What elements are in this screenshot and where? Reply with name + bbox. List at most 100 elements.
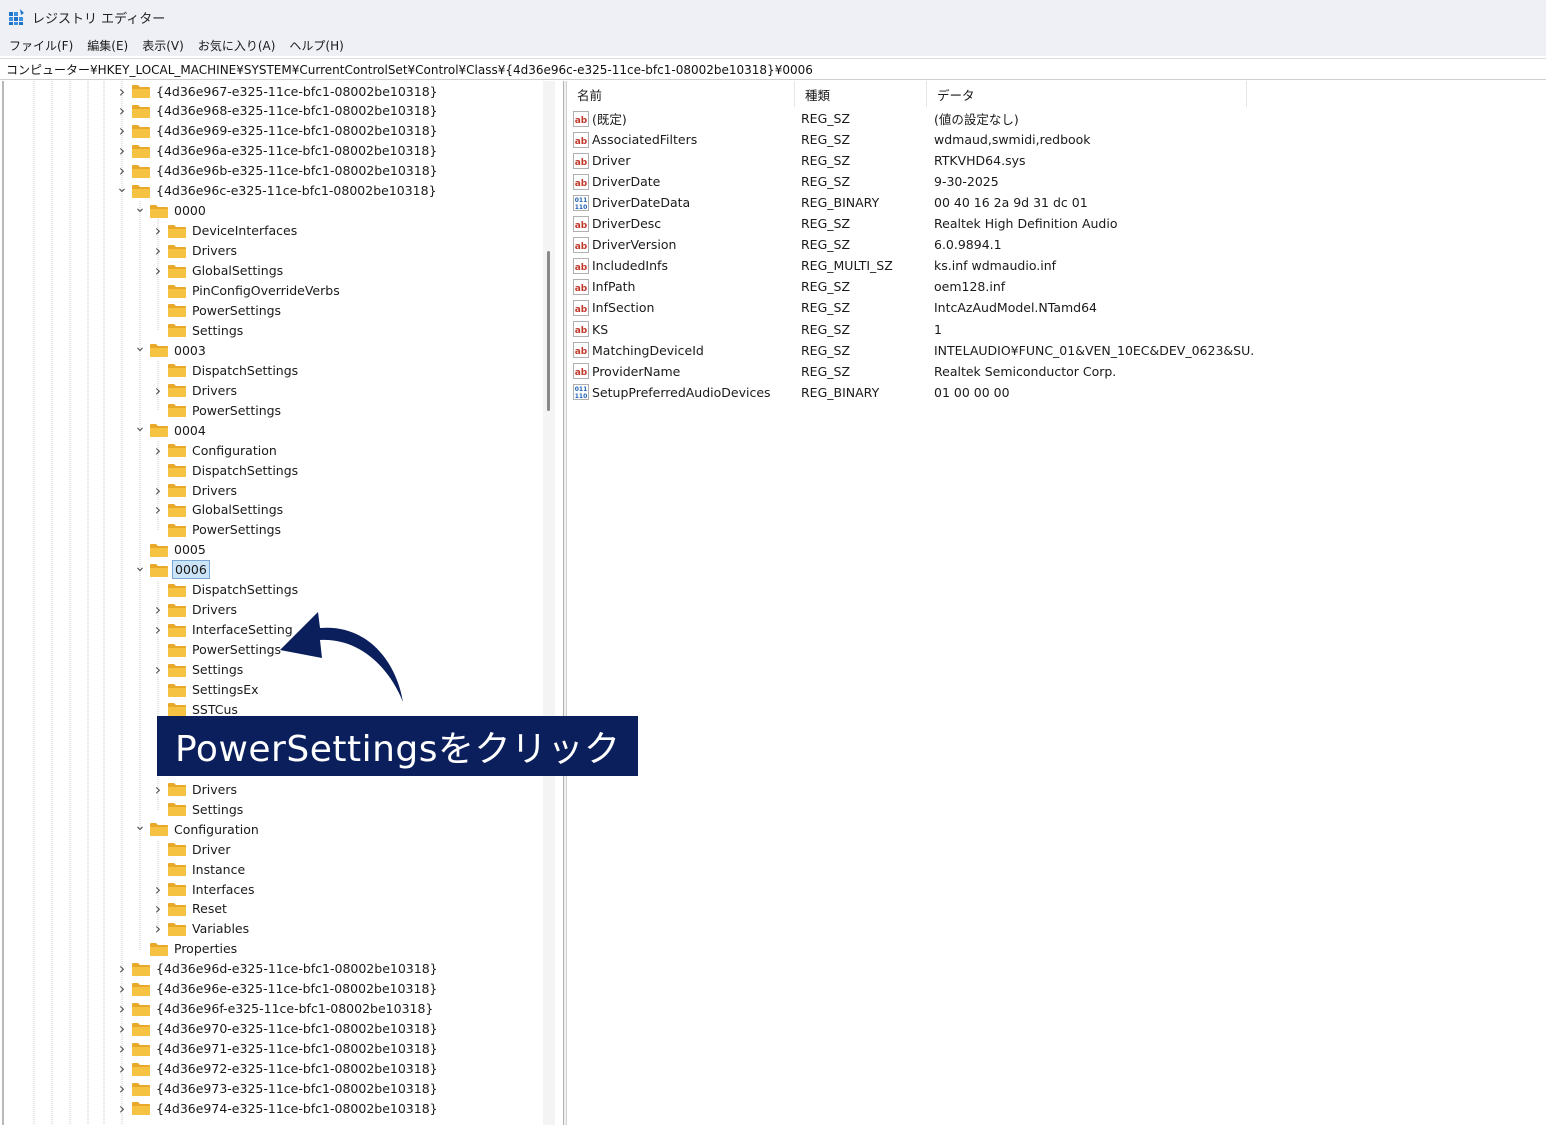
- tree-scrollbar[interactable]: [543, 81, 555, 1125]
- tree-node[interactable]: Properties: [134, 939, 239, 959]
- tree-node[interactable]: ⌄ 0004: [134, 419, 208, 440]
- tree-node[interactable]: › {4d36e968-e325-11ce-bfc1-08002be10318}: [116, 101, 440, 121]
- tree-node-label[interactable]: GlobalSettings: [190, 501, 285, 518]
- tree-node-label[interactable]: Drivers: [190, 382, 239, 399]
- tree-node[interactable]: PinConfigOverrideVerbs: [152, 281, 342, 301]
- chevron-right-icon[interactable]: ›: [116, 999, 128, 1018]
- value-row[interactable]: ab InfPath REG_SZ oem128.inf: [573, 276, 1254, 297]
- column-data-header[interactable]: データ: [927, 81, 1247, 107]
- tree-node[interactable]: PowerSettings: [152, 640, 283, 660]
- tree-node[interactable]: › Settings: [152, 660, 245, 680]
- chevron-right-icon[interactable]: ›: [116, 1099, 128, 1118]
- tree-node[interactable]: › InterfaceSetting: [152, 620, 295, 640]
- tree-node[interactable]: › Configuration: [152, 440, 279, 460]
- chevron-right-icon[interactable]: ›: [116, 141, 128, 160]
- tree-node[interactable]: PowerSettings: [152, 300, 283, 320]
- tree-node-label[interactable]: Reset: [190, 900, 229, 917]
- value-row[interactable]: ab KS REG_SZ 1: [573, 319, 1254, 340]
- tree-node-label[interactable]: PowerSettings: [190, 302, 283, 319]
- chevron-right-icon[interactable]: ›: [116, 161, 128, 180]
- value-row[interactable]: ab InfSection REG_SZ IntcAzAudModel.NTamd64: [573, 297, 1254, 318]
- tree-node-label[interactable]: 0000: [172, 202, 208, 219]
- tree-node-label[interactable]: Settings: [190, 801, 245, 818]
- value-row[interactable]: ab ProviderName REG_SZ Realtek Semiconducto…: [573, 361, 1254, 382]
- chevron-down-icon[interactable]: ⌄: [134, 419, 146, 435]
- menu-edit[interactable]: 編集(E): [82, 37, 133, 54]
- tree-node[interactable]: SettingsEx: [152, 680, 261, 700]
- tree-node-label[interactable]: Drivers: [190, 781, 239, 798]
- tree-node-label[interactable]: Properties: [172, 940, 239, 957]
- column-name-header[interactable]: 名前: [567, 81, 795, 107]
- tree-node-label[interactable]: {4d36e96c-e325-11ce-bfc1-08002be10318}: [154, 182, 439, 199]
- tree-node[interactable]: DispatchSettings: [152, 580, 300, 600]
- tree-node[interactable]: › GlobalSettings: [152, 500, 285, 520]
- chevron-right-icon[interactable]: ›: [152, 481, 164, 500]
- tree-node[interactable]: › {4d36e973-e325-11ce-bfc1-08002be10318}: [116, 1079, 440, 1099]
- values-pane[interactable]: 名前 種類 データ ab (既定) REG_SZ (値の設定なし) ab Associat…: [567, 81, 1546, 1125]
- chevron-right-icon[interactable]: ›: [116, 1079, 128, 1098]
- tree-node-label[interactable]: PowerSettings: [190, 521, 283, 538]
- tree-node-label[interactable]: {4d36e974-e325-11ce-bfc1-08002be10318}: [154, 1100, 440, 1117]
- tree-node-label[interactable]: Driver: [190, 841, 232, 858]
- tree-node-label[interactable]: DispatchSettings: [190, 362, 300, 379]
- tree-node-label[interactable]: Settings: [190, 322, 245, 339]
- tree-node-label[interactable]: 0006: [172, 560, 210, 580]
- chevron-down-icon[interactable]: ⌄: [134, 559, 146, 575]
- tree-node[interactable]: › {4d36e96f-e325-11ce-bfc1-08002be10318}: [116, 999, 435, 1019]
- chevron-right-icon[interactable]: ›: [152, 241, 164, 260]
- tree-node[interactable]: › {4d36e96a-e325-11ce-bfc1-08002be10318}: [116, 141, 439, 161]
- tree-node-label[interactable]: Configuration: [172, 821, 261, 838]
- tree-scrollbar-thumb[interactable]: [547, 251, 550, 411]
- value-row[interactable]: ab Driver REG_SZ RTKVHD64.sys: [573, 150, 1254, 171]
- chevron-right-icon[interactable]: ›: [152, 919, 164, 938]
- tree-node[interactable]: › GlobalSettings: [152, 261, 285, 281]
- tree-node-label[interactable]: Drivers: [190, 242, 239, 259]
- tree-node-label[interactable]: Settings: [190, 661, 245, 678]
- tree-node-label[interactable]: 0005: [172, 541, 208, 558]
- value-row[interactable]: ab DriverVersion REG_SZ 6.0.9894.1: [573, 234, 1254, 255]
- tree-node-label[interactable]: PowerSettings: [190, 402, 283, 419]
- tree-node[interactable]: › {4d36e972-e325-11ce-bfc1-08002be10318}: [116, 1059, 440, 1079]
- menu-favorites[interactable]: お気に入り(A): [193, 37, 281, 54]
- tree-node-label[interactable]: PinConfigOverrideVerbs: [190, 282, 342, 299]
- chevron-right-icon[interactable]: ›: [152, 880, 164, 899]
- chevron-right-icon[interactable]: ›: [152, 261, 164, 280]
- tree-node-label[interactable]: Instance: [190, 861, 247, 878]
- tree-node-label[interactable]: SettingsEx: [190, 681, 261, 698]
- tree-node[interactable]: ⌄ 0003: [134, 339, 208, 360]
- tree-node-label[interactable]: {4d36e96f-e325-11ce-bfc1-08002be10318}: [154, 1000, 435, 1017]
- tree-node-label[interactable]: PowerSettings: [190, 641, 283, 658]
- tree-node-label[interactable]: DeviceInterfaces: [190, 222, 299, 239]
- tree-node[interactable]: › Variables: [152, 919, 251, 939]
- tree-node-label[interactable]: {4d36e968-e325-11ce-bfc1-08002be10318}: [154, 102, 440, 119]
- tree-node-label[interactable]: Interfaces: [190, 881, 256, 898]
- tree-node-label[interactable]: {4d36e970-e325-11ce-bfc1-08002be10318}: [154, 1020, 440, 1037]
- chevron-down-icon[interactable]: ⌄: [134, 200, 146, 216]
- tree-node-label[interactable]: {4d36e971-e325-11ce-bfc1-08002be10318}: [154, 1040, 440, 1057]
- tree-node[interactable]: › {4d36e96d-e325-11ce-bfc1-08002be10318}: [116, 959, 440, 979]
- chevron-right-icon[interactable]: ›: [152, 899, 164, 918]
- value-row[interactable]: ab DriverDate REG_SZ 9-30-2025: [573, 171, 1254, 192]
- chevron-right-icon[interactable]: ›: [152, 780, 164, 799]
- value-row[interactable]: ab MatchingDeviceId REG_SZ INTELAUDIO¥FUNC_…: [573, 340, 1254, 361]
- menu-file[interactable]: ファイル(F): [4, 37, 78, 54]
- tree-node-label[interactable]: {4d36e96d-e325-11ce-bfc1-08002be10318}: [154, 960, 440, 977]
- tree-node-label[interactable]: Drivers: [190, 482, 239, 499]
- tree-node[interactable]: PowerSettings: [152, 520, 283, 540]
- tree-node-label[interactable]: {4d36e96a-e325-11ce-bfc1-08002be10318}: [154, 142, 439, 159]
- tree-node[interactable]: › Interfaces: [152, 879, 256, 899]
- chevron-down-icon[interactable]: ⌄: [134, 339, 146, 355]
- tree-node[interactable]: › Drivers: [152, 779, 239, 799]
- tree-node-label[interactable]: {4d36e967-e325-11ce-bfc1-08002be10318}: [154, 83, 440, 100]
- tree-node[interactable]: › {4d36e969-e325-11ce-bfc1-08002be10318}: [116, 121, 440, 141]
- value-row[interactable]: 011 110 DriverDateData REG_BINARY 00 40 16 2…: [573, 192, 1254, 213]
- tree-node[interactable]: 0005: [134, 540, 208, 560]
- tree-node[interactable]: Settings: [152, 799, 245, 819]
- value-row[interactable]: 011 110 SetupPreferredAudioDevices REG_BINA…: [573, 382, 1254, 403]
- chevron-right-icon[interactable]: ›: [152, 660, 164, 679]
- chevron-right-icon[interactable]: ›: [152, 620, 164, 639]
- address-bar[interactable]: コンピューター¥HKEY_LOCAL_MACHINE¥SYSTEM¥Curren…: [0, 58, 1546, 80]
- tree-node[interactable]: ⌄ {4d36e96c-e325-11ce-bfc1-08002be10318}: [116, 180, 439, 201]
- tree-node[interactable]: Instance: [152, 859, 247, 879]
- tree-node[interactable]: › {4d36e971-e325-11ce-bfc1-08002be10318}: [116, 1039, 440, 1059]
